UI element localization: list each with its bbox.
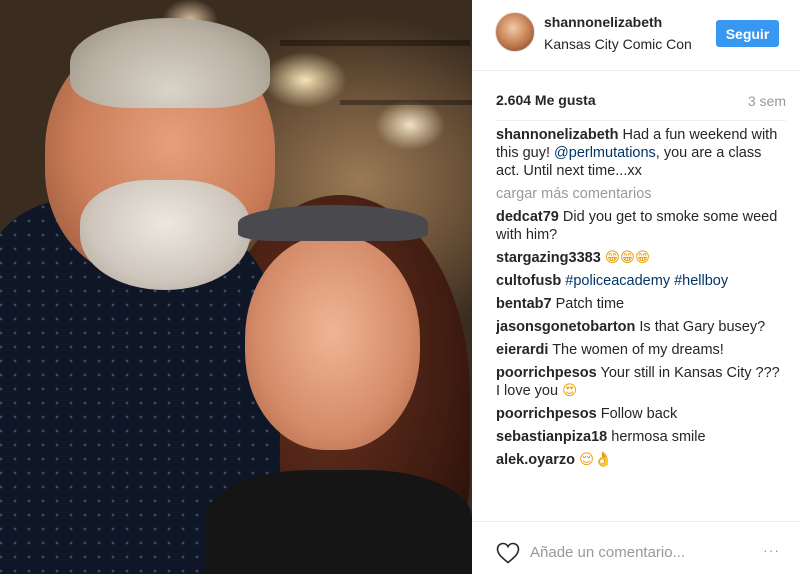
follow-button[interactable]: Seguir <box>716 20 779 47</box>
comment-input[interactable] <box>530 538 750 566</box>
comment-text: Patch time <box>555 296 625 312</box>
list-item: bentab7 Patch time <box>496 295 786 313</box>
comment-hashtags[interactable]: #policeacademy #hellboy <box>565 273 728 289</box>
caption-mention[interactable]: @perlmutations <box>554 145 656 161</box>
woman-headband <box>238 205 428 241</box>
comment-username[interactable]: poorrichpesos <box>496 406 597 422</box>
post-side-panel: shannonelizabeth Kansas City Comic Con S… <box>472 0 800 574</box>
load-more-comments-link[interactable]: cargar más comentarios <box>496 185 786 203</box>
comment-text: Follow back <box>600 406 678 422</box>
background-shelf <box>280 40 470 46</box>
post-header: shannonelizabeth Kansas City Comic Con S… <box>472 0 800 71</box>
background-shelf <box>340 100 472 105</box>
comment-username[interactable]: poorrichpesos <box>496 365 597 381</box>
comment-username[interactable]: eierardi <box>496 342 548 358</box>
comment-username[interactable]: alek.oyarzo <box>496 452 575 468</box>
comments-fade <box>496 508 786 522</box>
woman-face <box>245 235 420 450</box>
likes-row: 2.604 Me gusta 3 sem <box>496 71 786 121</box>
heart-icon[interactable] <box>496 542 520 564</box>
comment-username[interactable]: cultofusb <box>496 273 561 289</box>
comment-emoji: 😁😁😁 <box>604 250 651 266</box>
post-location[interactable]: Kansas City Comic Con <box>544 36 692 52</box>
comment-emoji: 😌👌 <box>579 452 613 468</box>
likes-count[interactable]: 2.604 Me gusta <box>496 92 596 108</box>
author-username[interactable]: shannonelizabeth <box>544 14 662 30</box>
comment-username[interactable]: sebastianpiza18 <box>496 429 607 445</box>
comment-text: hermosa smile <box>611 429 706 445</box>
list-item: dedcat79 Did you get to smoke some weed … <box>496 208 786 244</box>
list-item: poorrichpesos Follow back <box>496 405 786 423</box>
man-hair <box>70 18 270 108</box>
comments-list[interactable]: shannonelizabeth Had a fun weekend with … <box>496 126 786 522</box>
post-photo[interactable] <box>0 0 472 574</box>
comment-emoji: 😍 <box>562 383 578 399</box>
comment-username[interactable]: bentab7 <box>496 296 552 312</box>
instagram-post: shannonelizabeth Kansas City Comic Con S… <box>0 0 800 574</box>
caption: shannonelizabeth Had a fun weekend with … <box>496 126 786 180</box>
list-item: poorrichpesos Your still in Kansas City … <box>496 364 786 400</box>
list-item: cultofusb #policeacademy #hellboy <box>496 272 786 290</box>
comment-username[interactable]: stargazing3383 <box>496 250 601 266</box>
list-item: sebastianpiza18 hermosa smile <box>496 428 786 446</box>
avatar[interactable] <box>495 12 535 52</box>
man-beard <box>80 180 250 290</box>
comment-bar: ··· <box>472 521 800 574</box>
comment-text: Is that Gary busey? <box>639 319 766 335</box>
comment-text: The women of my dreams! <box>552 342 724 358</box>
post-time[interactable]: 3 sem <box>748 93 786 109</box>
more-options-icon[interactable]: ··· <box>763 542 780 558</box>
list-item: alek.oyarzo 😌👌 <box>496 451 786 469</box>
list-item: jasonsgonetobarton Is that Gary busey? <box>496 318 786 336</box>
list-item: stargazing3383 😁😁😁 <box>496 249 786 267</box>
list-item: eierardi The women of my dreams! <box>496 341 786 359</box>
comment-username[interactable]: dedcat79 <box>496 209 559 225</box>
comment-username[interactable]: jasonsgonetobarton <box>496 319 635 335</box>
caption-username[interactable]: shannonelizabeth <box>496 127 618 143</box>
woman-top <box>205 470 472 574</box>
